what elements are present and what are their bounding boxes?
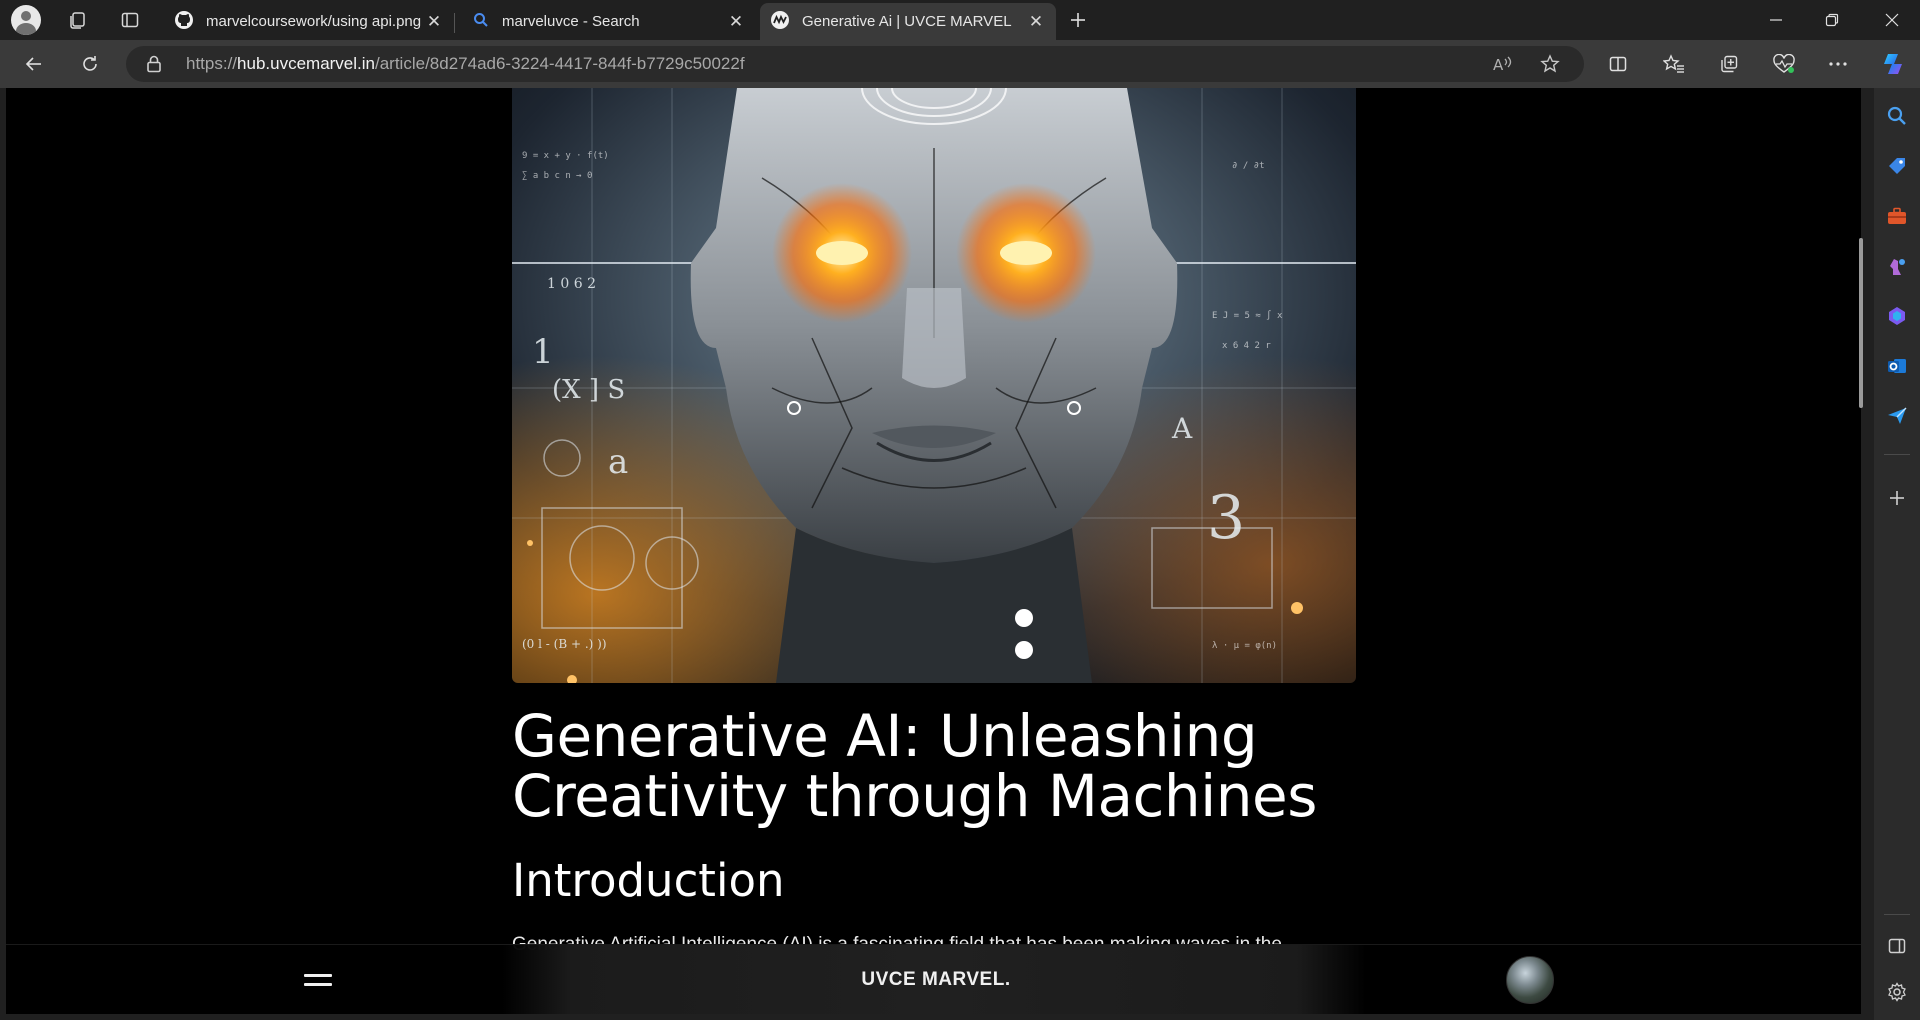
lock-icon[interactable]	[146, 55, 162, 78]
hamburger-menu-icon[interactable]	[304, 967, 332, 993]
article-title-line-2: Creativity through Machines	[512, 762, 1317, 830]
url-path: /article/8d274ad6-3224-4417-844f-b7729c5…	[375, 54, 745, 73]
svg-text:3: 3	[1207, 483, 1245, 553]
article-title: Generative AI: Unleashing Creativity thr…	[512, 706, 1412, 826]
close-window-icon[interactable]	[1864, 0, 1920, 40]
favorites-icon[interactable]	[1656, 48, 1692, 80]
tab-search[interactable]: marveluvce - Search ✕	[462, 3, 756, 40]
section-heading-introduction: Introduction	[512, 854, 785, 907]
tab-title: Generative Ai | UVCE MARVEL	[802, 13, 1012, 30]
favorite-star-icon[interactable]	[1540, 54, 1560, 79]
split-screen-icon[interactable]	[1600, 48, 1636, 80]
url-host: hub.uvcemarvel.in	[237, 54, 375, 73]
tab-github[interactable]: marvelcoursework/using api.png ✕	[164, 3, 455, 40]
scrollbar-thumb[interactable]	[1859, 238, 1863, 408]
send-drop-icon[interactable]	[1881, 400, 1913, 432]
article-title-line-1: Generative AI: Unleashing	[512, 702, 1258, 770]
sidebar-divider	[1884, 454, 1910, 455]
svg-text:a: a	[608, 442, 628, 482]
settings-gear-icon[interactable]	[1881, 976, 1913, 1008]
navigation-toolbar: https://hub.uvcemarvel.in/article/8d274a…	[0, 40, 1920, 88]
page-scrollbar[interactable]	[1858, 88, 1864, 1014]
tools-briefcase-icon[interactable]	[1881, 200, 1913, 232]
svg-text:E J = 5 ≈ ∫ x: E J = 5 ≈ ∫ x	[1212, 310, 1283, 321]
sidebar-divider	[1884, 914, 1910, 915]
search-icon	[472, 11, 490, 33]
tab-separator	[454, 13, 455, 33]
games-icon[interactable]	[1881, 250, 1913, 282]
address-bar[interactable]: https://hub.uvcemarvel.in/article/8d274a…	[126, 46, 1584, 82]
svg-text:A: A	[1171, 412, 1193, 445]
restore-icon[interactable]	[1804, 0, 1860, 40]
outlook-icon[interactable]	[1881, 350, 1913, 382]
svg-text:1 0 6 2: 1 0 6 2	[547, 276, 596, 292]
copilot-icon[interactable]	[1876, 48, 1912, 80]
search-icon[interactable]	[1881, 100, 1913, 132]
svg-text:∑ a b c n → 0: ∑ a b c n → 0	[522, 171, 592, 181]
user-avatar[interactable]	[1506, 956, 1554, 1004]
workspaces-icon[interactable]	[58, 4, 98, 36]
read-aloud-icon[interactable]: A	[1492, 54, 1514, 79]
browser-essentials-icon[interactable]	[1766, 48, 1802, 80]
close-tab-icon[interactable]: ✕	[726, 12, 746, 32]
close-tab-icon[interactable]: ✕	[424, 12, 444, 32]
svg-text:(0 l - (B + .) )): (0 l - (B + .) ))	[522, 637, 607, 651]
svg-text:1: 1	[532, 332, 554, 372]
vertical-tabs-icon[interactable]	[110, 4, 150, 36]
profile-avatar-icon	[11, 5, 41, 35]
hide-sidebar-icon[interactable]	[1881, 930, 1913, 962]
url-text: https://hub.uvcemarvel.in/article/8d274a…	[186, 54, 745, 74]
minimize-icon[interactable]	[1748, 0, 1804, 40]
profile-button[interactable]	[8, 4, 44, 36]
edge-sidebar	[1874, 88, 1920, 1020]
svg-text:9 = x + y · f(t): 9 = x + y · f(t)	[522, 151, 609, 161]
tab-title: marvelcoursework/using api.png	[206, 13, 422, 30]
svg-text:λ · μ = φ(n): λ · μ = φ(n)	[1212, 641, 1277, 651]
collections-icon[interactable]	[1711, 48, 1747, 80]
add-sidebar-app-icon[interactable]	[1881, 482, 1913, 514]
svg-text:(X ] S: (X ] S	[552, 375, 625, 405]
svg-text:∂ / ∂t: ∂ / ∂t	[1232, 161, 1265, 171]
article-hero-image: 1 (X ] S a A 3 1 0 6 2 (0 l - (B + .) ))…	[512, 88, 1356, 683]
shopping-tag-icon[interactable]	[1881, 150, 1913, 182]
svg-text:A: A	[1493, 56, 1504, 74]
new-tab-icon[interactable]	[1058, 4, 1098, 36]
svg-text:x 6 4 2 r: x 6 4 2 r	[1222, 341, 1271, 351]
refresh-icon[interactable]	[72, 48, 108, 80]
url-prefix: https://	[186, 54, 238, 73]
more-options-icon[interactable]	[1820, 48, 1856, 80]
tab-generative-ai[interactable]: Generative Ai | UVCE MARVEL ✕	[760, 3, 1056, 40]
github-icon	[174, 10, 194, 34]
close-tab-icon[interactable]: ✕	[1026, 12, 1046, 32]
marvel-logo-icon	[770, 10, 790, 34]
microsoft-365-icon[interactable]	[1881, 300, 1913, 332]
tab-title: marveluvce - Search	[502, 13, 640, 30]
site-brand[interactable]: UVCE MARVEL.	[826, 969, 1046, 991]
tab-strip: marvelcoursework/using api.png ✕ marvelu…	[0, 0, 1920, 40]
web-page: 1 (X ] S a A 3 1 0 6 2 (0 l - (B + .) ))…	[6, 88, 1861, 1014]
bottom-navigation-bar: UVCE MARVEL.	[6, 944, 1861, 1014]
back-icon[interactable]	[16, 48, 52, 80]
